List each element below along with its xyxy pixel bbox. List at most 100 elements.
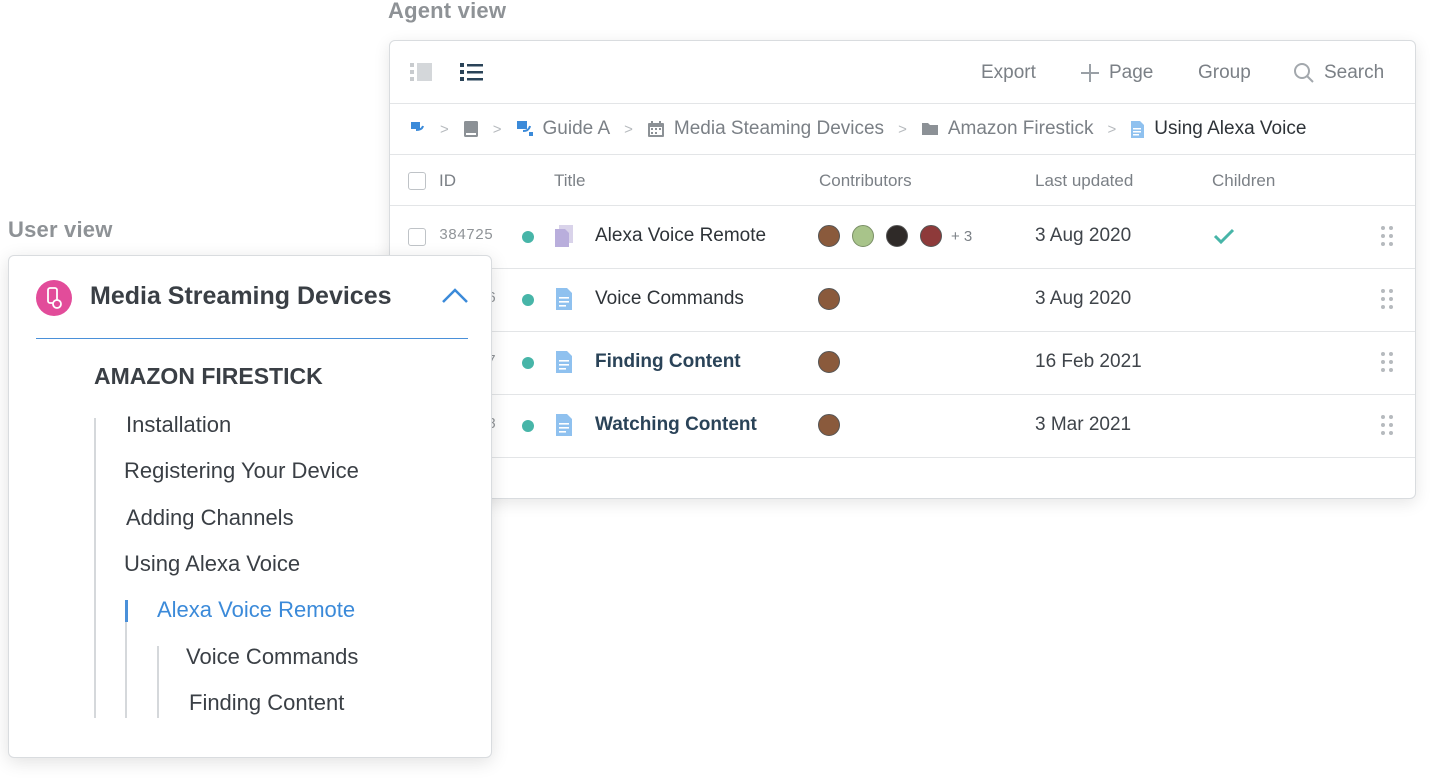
category-icon bbox=[36, 280, 72, 316]
category-title: Media Streaming Devices bbox=[90, 282, 392, 310]
column-children[interactable]: Children bbox=[1212, 171, 1275, 191]
last-updated: 3 Mar 2021 bbox=[1035, 414, 1132, 435]
device-settings-icon bbox=[47, 287, 62, 309]
folder-icon bbox=[921, 123, 938, 135]
nav-item-using-alexa-voice[interactable]: Using Alexa Voice bbox=[124, 551, 300, 577]
status-dot bbox=[522, 357, 534, 369]
row-title[interactable]: Finding Content bbox=[595, 351, 741, 373]
document-icon bbox=[556, 414, 572, 436]
breadcrumb-label: Guide A bbox=[542, 118, 611, 139]
column-contributors[interactable]: Contributors bbox=[819, 171, 912, 191]
contributors: + 3 bbox=[818, 225, 972, 247]
list-view-icon[interactable] bbox=[460, 61, 484, 83]
breadcrumb-guide[interactable]: Guide A bbox=[516, 118, 611, 140]
last-updated: 3 Aug 2020 bbox=[1035, 225, 1132, 246]
guide-icon bbox=[516, 121, 533, 136]
row-title[interactable]: Watching Content bbox=[595, 414, 757, 436]
user-view-panel: Media Streaming Devices AMAZON FIRESTICK… bbox=[8, 255, 492, 758]
breadcrumb-separator: > bbox=[1107, 120, 1117, 138]
nav-item-adding-channels[interactable]: Adding Channels bbox=[126, 505, 294, 531]
breadcrumb-label: Using Alexa Voice bbox=[1154, 118, 1307, 139]
row-title[interactable]: Alexa Voice Remote bbox=[595, 225, 766, 247]
column-id[interactable]: ID bbox=[439, 171, 456, 191]
status-dot bbox=[522, 420, 534, 432]
book-icon bbox=[463, 121, 478, 137]
breadcrumb-folder[interactable]: Amazon Firestick bbox=[921, 118, 1094, 140]
nav-item-installation[interactable]: Installation bbox=[126, 412, 231, 438]
section-heading: AMAZON FIRESTICK bbox=[94, 363, 323, 389]
avatar[interactable] bbox=[818, 288, 840, 310]
contributors bbox=[818, 288, 840, 310]
chevron-up-icon[interactable] bbox=[440, 284, 470, 308]
breadcrumb-home[interactable] bbox=[410, 120, 426, 138]
user-view-caption: User view bbox=[8, 217, 113, 242]
row-id: 384725 bbox=[439, 227, 494, 244]
last-updated: 16 Feb 2021 bbox=[1035, 351, 1142, 372]
avatar[interactable] bbox=[818, 225, 840, 247]
column-last-updated[interactable]: Last updated bbox=[1035, 171, 1133, 191]
avatar[interactable] bbox=[852, 225, 874, 247]
nav-tree-line bbox=[94, 418, 96, 718]
contributors bbox=[818, 351, 840, 373]
product-logo-icon bbox=[411, 122, 424, 131]
breadcrumb-separator: > bbox=[492, 120, 502, 138]
search-icon bbox=[1294, 63, 1314, 83]
nav-item-finding-content[interactable]: Finding Content bbox=[189, 690, 344, 716]
agent-view-panel: Export Page Group Search > > Guide A > M… bbox=[389, 40, 1416, 499]
drag-handle-icon[interactable] bbox=[1380, 225, 1394, 247]
status-dot bbox=[522, 231, 534, 243]
column-title[interactable]: Title bbox=[554, 171, 586, 191]
breadcrumb-book[interactable] bbox=[463, 120, 479, 138]
drag-handle-icon[interactable] bbox=[1380, 351, 1394, 373]
table-row[interactable]: 384725 Alexa Voice Remote + 3 3 Aug 2020 bbox=[390, 206, 1415, 269]
status-dot bbox=[522, 294, 534, 306]
breadcrumb-label: Media Steaming Devices bbox=[673, 118, 885, 139]
row-checkbox[interactable] bbox=[408, 228, 426, 246]
export-button[interactable]: Export bbox=[981, 62, 1036, 84]
table-row[interactable]: 8 Watching Content 3 Mar 2021 bbox=[390, 395, 1415, 458]
category-header[interactable]: Media Streaming Devices bbox=[36, 278, 468, 339]
group-label: Group bbox=[1198, 62, 1251, 83]
table-header: ID Title Contributors Last updated Child… bbox=[390, 155, 1415, 206]
document-stack-icon bbox=[555, 225, 573, 247]
add-page-button[interactable]: Page bbox=[1080, 62, 1153, 84]
active-indicator bbox=[125, 600, 128, 622]
contributors bbox=[818, 414, 840, 436]
document-icon bbox=[556, 351, 572, 373]
nav-tree-line bbox=[157, 646, 159, 718]
drag-handle-icon[interactable] bbox=[1380, 414, 1394, 436]
tree-view-icon[interactable] bbox=[410, 61, 434, 83]
breadcrumb-separator: > bbox=[440, 120, 449, 138]
group-button[interactable]: Group bbox=[1198, 62, 1251, 84]
search-label: Search bbox=[1324, 62, 1385, 83]
search-button[interactable]: Search bbox=[1293, 62, 1384, 84]
document-icon bbox=[556, 288, 572, 310]
table-row[interactable]: 7 Finding Content 16 Feb 2021 bbox=[390, 332, 1415, 395]
export-label: Export bbox=[981, 62, 1036, 83]
breadcrumb-label: Amazon Firestick bbox=[947, 118, 1094, 139]
breadcrumb-separator: > bbox=[898, 120, 907, 138]
more-contributors[interactable]: + 3 bbox=[951, 228, 972, 245]
row-title[interactable]: Voice Commands bbox=[595, 288, 744, 310]
drag-handle-icon[interactable] bbox=[1380, 288, 1394, 310]
nav-item-registering-your-device[interactable]: Registering Your Device bbox=[124, 458, 359, 484]
nav-item-voice-commands[interactable]: Voice Commands bbox=[186, 644, 358, 670]
avatar[interactable] bbox=[818, 351, 840, 373]
breadcrumb: > > Guide A > Media Steaming Devices > A… bbox=[390, 104, 1415, 155]
plus-icon bbox=[1081, 64, 1099, 82]
breadcrumb-current[interactable]: Using Alexa Voice bbox=[1130, 118, 1306, 140]
select-all-checkbox[interactable] bbox=[408, 172, 426, 190]
nav-item-alexa-voice-remote[interactable]: Alexa Voice Remote bbox=[157, 597, 355, 623]
calendar-icon bbox=[647, 121, 664, 137]
toolbar: Export Page Group Search bbox=[390, 41, 1415, 104]
table-row[interactable]: 6 Voice Commands 3 Aug 2020 bbox=[390, 269, 1415, 332]
checkmark-icon bbox=[1213, 228, 1235, 245]
last-updated: 3 Aug 2020 bbox=[1035, 288, 1132, 309]
document-icon bbox=[1131, 120, 1145, 138]
avatar[interactable] bbox=[886, 225, 908, 247]
avatar[interactable] bbox=[818, 414, 840, 436]
breadcrumb-category[interactable]: Media Steaming Devices bbox=[647, 118, 884, 140]
page-label: Page bbox=[1109, 62, 1154, 83]
agent-view-caption: Agent view bbox=[388, 0, 507, 23]
avatar[interactable] bbox=[920, 225, 942, 247]
